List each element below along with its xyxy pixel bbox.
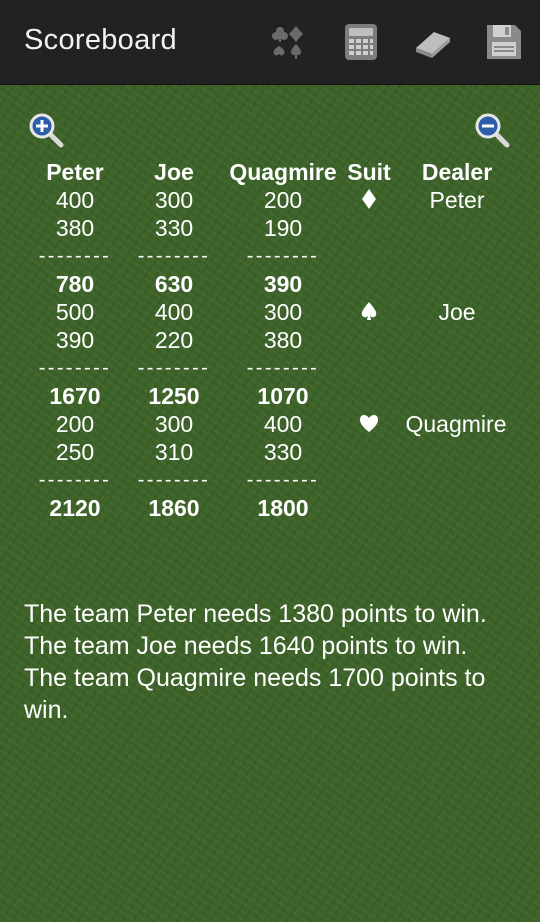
score-sheet: Peter Joe Quagmire Suit Dealer 400 300 2… [0,0,540,922]
score-cell: 190 [263,215,303,241]
score-cell: 300 [154,411,194,437]
separator: -------- [38,357,112,379]
total-cell: 2120 [49,495,101,521]
separator: -------- [137,357,211,379]
total-cell: 630 [154,271,194,297]
total-cell: 1860 [148,495,200,521]
score-cell: 300 [154,187,194,213]
heart-icon [360,415,378,432]
message-quagmire: The team Quagmire needs 1700 points to w… [24,664,486,724]
separator: -------- [38,245,112,267]
header-suit: Suit [347,159,391,185]
dealer-cell: Joe [438,299,476,325]
score-cell: 300 [263,299,303,325]
total-cell: 1070 [257,383,309,409]
score-cell: 330 [154,215,194,241]
total-cell: 1250 [148,383,200,409]
score-cell: 200 [55,411,95,437]
separator: -------- [137,469,211,491]
header-peter: Peter [46,159,104,185]
total-cell: 390 [263,271,303,297]
score-cell: 250 [55,439,95,465]
diamond-icon [362,189,376,209]
score-cell: 390 [55,327,95,353]
score-cell: 310 [154,439,194,465]
score-cell: 200 [263,187,303,213]
spade-icon [361,302,377,320]
total-cell: 1670 [49,383,101,409]
header-quagmire: Quagmire [229,159,337,185]
header-joe: Joe [154,159,194,185]
separator: -------- [246,245,320,267]
score-cell: 380 [263,327,303,353]
message-peter: The team Peter needs 1380 points to win. [24,600,487,628]
score-cell: 400 [55,187,95,213]
separator: -------- [246,469,320,491]
score-cell: 400 [154,299,194,325]
score-cell: 330 [263,439,303,465]
separator: -------- [246,357,320,379]
separator: -------- [137,245,211,267]
dealer-cell: Quagmire [405,411,507,437]
separator: -------- [38,469,112,491]
score-cell: 500 [55,299,95,325]
total-cell: 780 [55,271,95,297]
score-cell: 400 [263,411,303,437]
header-dealer: Dealer [421,159,493,185]
score-cell: 220 [154,327,194,353]
message-joe: The team Joe needs 1640 points to win. [24,632,468,660]
total-cell: 1800 [257,495,309,521]
dealer-cell: Peter [429,187,485,213]
status-messages: The team Peter needs 1380 points to win.… [24,598,524,726]
score-cell: 380 [55,215,95,241]
